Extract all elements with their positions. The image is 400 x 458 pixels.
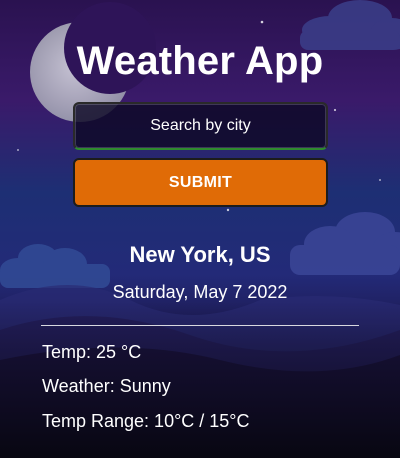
- submit-button[interactable]: SUBMIT: [73, 158, 328, 207]
- app-title: Weather App: [76, 39, 324, 83]
- location-title: New York, US: [129, 242, 271, 267]
- search-field[interactable]: [73, 102, 328, 150]
- temperature-text: Temp: 25 °C: [42, 342, 142, 362]
- search-input[interactable]: [75, 104, 326, 148]
- weather-app: Weather App SUBMIT New York, US Saturday…: [0, 0, 400, 458]
- date-text: Saturday, May 7 2022: [112, 282, 288, 302]
- weather-condition-text: Weather: Sunny: [42, 376, 171, 396]
- main-panel: Weather App SUBMIT New York, US Saturday…: [0, 0, 400, 458]
- temperature-range-text: Temp Range: 10°C / 15°C: [42, 411, 250, 431]
- divider: [41, 325, 359, 326]
